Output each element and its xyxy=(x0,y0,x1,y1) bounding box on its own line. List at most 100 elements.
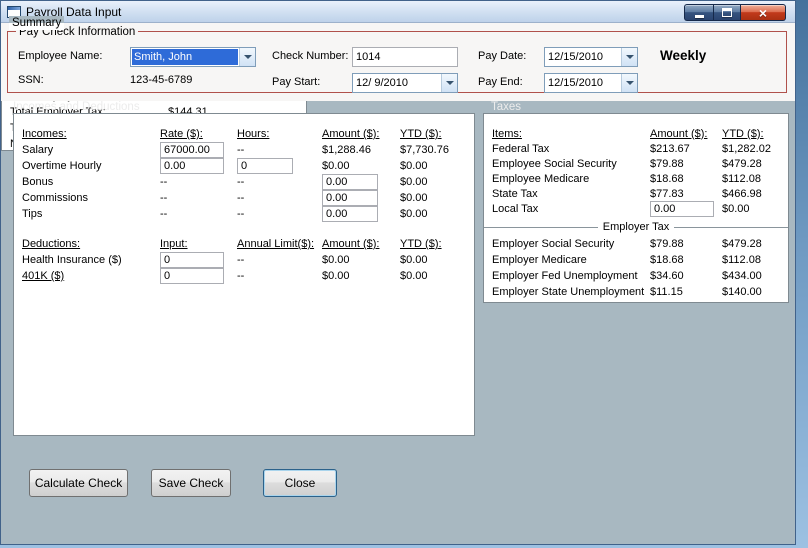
incomes-deductions-section-label: Incomes and Deductions xyxy=(13,101,140,113)
employee-name-dropdown-button[interactable] xyxy=(239,48,255,66)
commissions-amount-input[interactable] xyxy=(322,190,378,206)
employer-medicare-ytd: $112.08 xyxy=(722,254,761,266)
commissions-amount-cell xyxy=(322,190,400,206)
pay-end-label: Pay End: xyxy=(478,76,523,88)
maximize-icon xyxy=(722,8,732,17)
paycheck-info-group: Pay Check Information Employee Name: Smi… xyxy=(7,25,787,93)
deduction-row-401k: 401K ($) -- $0.00 $0.00 xyxy=(22,268,474,284)
salary-amount: $1,288.46 xyxy=(322,144,371,156)
save-check-button[interactable]: Save Check xyxy=(151,469,231,497)
employee-name-combobox[interactable]: Smith, John xyxy=(130,47,256,67)
bonus-rate: -- xyxy=(160,176,168,188)
tips-amount-input[interactable] xyxy=(322,206,378,222)
bonus-amount-input[interactable] xyxy=(322,174,378,190)
pay-start-picker[interactable]: 12/ 9/2010 xyxy=(352,73,458,93)
local-tax-input-cell xyxy=(650,201,722,217)
employee-name-value: Smith, John xyxy=(132,49,238,65)
amount-column-header: Amount ($): xyxy=(322,128,380,140)
tax-label: Employer Medicare xyxy=(492,254,587,266)
income-row-overtime: Overtime Hourly $0.00 $0.00 xyxy=(22,158,474,174)
pay-date-dropdown-button[interactable] xyxy=(621,48,637,66)
pay-start-dropdown-button[interactable] xyxy=(441,74,457,92)
income-row-bonus: Bonus -- -- $0.00 xyxy=(22,174,474,190)
maximize-button[interactable] xyxy=(713,4,741,21)
tax-row-employer-ss: Employer Social Security $79.88 $479.28 xyxy=(492,236,788,252)
close-form-button[interactable]: Close xyxy=(263,469,337,497)
calculate-check-button[interactable]: Calculate Check xyxy=(29,469,128,497)
form-client-area: Pay Check Information Employee Name: Smi… xyxy=(1,16,795,544)
overtime-ytd: $0.00 xyxy=(400,160,428,172)
tax-row-federal: Federal Tax $213.67 $1,282.02 xyxy=(492,141,788,156)
chevron-down-icon xyxy=(243,55,252,59)
income-label: Overtime Hourly xyxy=(22,160,102,172)
health-insurance-input[interactable] xyxy=(160,252,224,268)
title-bar[interactable]: Payroll Data Input xyxy=(1,1,795,23)
tips-hours: -- xyxy=(237,208,245,220)
federal-tax-ytd: $1,282.02 xyxy=(722,142,771,155)
employee-medicare-ytd: $112.08 xyxy=(722,172,761,185)
minimize-button[interactable] xyxy=(684,4,713,21)
tips-ytd: $0.00 xyxy=(400,208,428,220)
incomes-column-header: Incomes: xyxy=(22,128,67,140)
deduction-amount-column-header: Amount ($): xyxy=(322,238,380,250)
tax-label: Local Tax xyxy=(492,203,539,215)
tax-label: Employee Medicare xyxy=(492,172,590,185)
employee-ss-ytd: $479.28 xyxy=(722,157,762,170)
taxes-header-row: Items: Amount ($): YTD ($): xyxy=(492,126,788,141)
overtime-amount: $0.00 xyxy=(322,160,350,172)
salary-rate-cell xyxy=(160,142,237,158)
bonus-hours: -- xyxy=(237,176,245,188)
401k-input[interactable] xyxy=(160,268,224,284)
salary-rate-input[interactable] xyxy=(160,142,224,158)
pay-date-picker[interactable]: 12/15/2010 xyxy=(544,47,638,67)
401k-ytd: $0.00 xyxy=(400,270,428,282)
bonus-amount-cell xyxy=(322,174,400,190)
taxes-panel: Items: Amount ($): YTD ($): Federal Tax … xyxy=(483,113,789,303)
check-number-input[interactable] xyxy=(352,47,458,67)
employer-tax-group-divider: Employer Tax xyxy=(484,220,788,234)
close-icon: × xyxy=(758,4,768,21)
state-tax-amount: $77.83 xyxy=(650,187,684,200)
ssn-label: SSN: xyxy=(18,74,44,86)
tax-row-state: State Tax $77.83 $466.98 xyxy=(492,186,788,201)
items-column-header: Items: xyxy=(492,127,522,140)
payroll-window: Payroll Data Input × Pay Check Informati… xyxy=(0,0,796,545)
close-button[interactable]: × xyxy=(741,4,786,21)
federal-tax-amount: $213.67 xyxy=(650,142,690,155)
pay-start-label: Pay Start: xyxy=(272,76,321,88)
401k-link[interactable]: 401K ($) xyxy=(22,270,160,282)
incomes-deductions-panel: Incomes: Rate ($): Hours: Amount ($): YT… xyxy=(13,113,475,436)
chevron-down-icon xyxy=(445,81,454,85)
employer-medicare-amount: $18.68 xyxy=(650,254,684,266)
deduction-ytd-column-header: YTD ($): xyxy=(400,238,442,250)
tax-row-employer-fed-unemployment: Employer Fed Unemployment $34.60 $434.00 xyxy=(492,268,788,284)
chevron-down-icon xyxy=(625,81,634,85)
ssn-value: 123-45-6789 xyxy=(130,74,193,86)
employer-state-unemployment-ytd: $140.00 xyxy=(722,286,762,298)
tips-amount-cell xyxy=(322,206,400,222)
income-row-commissions: Commissions -- -- $0.00 xyxy=(22,190,474,206)
rate-column-header: Rate ($): xyxy=(160,128,203,140)
tax-label: Employer Social Security xyxy=(492,238,615,250)
overtime-rate-input[interactable] xyxy=(160,158,224,174)
pay-end-dropdown-button[interactable] xyxy=(621,74,637,92)
health-insurance-amount: $0.00 xyxy=(322,254,350,266)
tax-row-employee-medicare: Employee Medicare $18.68 $112.08 xyxy=(492,171,788,186)
401k-limit: -- xyxy=(237,270,245,282)
income-label: Commissions xyxy=(22,192,89,204)
overtime-hours-input[interactable] xyxy=(237,158,293,174)
employee-name-label: Employee Name: xyxy=(18,50,103,62)
pay-end-picker[interactable]: 12/15/2010 xyxy=(544,73,638,93)
income-label: Bonus xyxy=(22,176,54,188)
employer-state-unemployment-amount: $11.15 xyxy=(650,286,683,298)
local-tax-input[interactable] xyxy=(650,201,714,217)
health-insurance-input-cell xyxy=(160,252,237,268)
tax-row-employee-ss: Employee Social Security $79.88 $479.28 xyxy=(492,156,788,171)
summary-group-label: Summary xyxy=(9,16,65,30)
check-number-label: Check Number: xyxy=(272,50,349,62)
deduction-row-health-insurance: Health Insurance ($) -- $0.00 $0.00 xyxy=(22,252,474,268)
ytd-column-header: YTD ($): xyxy=(400,128,442,140)
income-label: Tips xyxy=(22,208,43,220)
chevron-down-icon xyxy=(625,55,634,59)
